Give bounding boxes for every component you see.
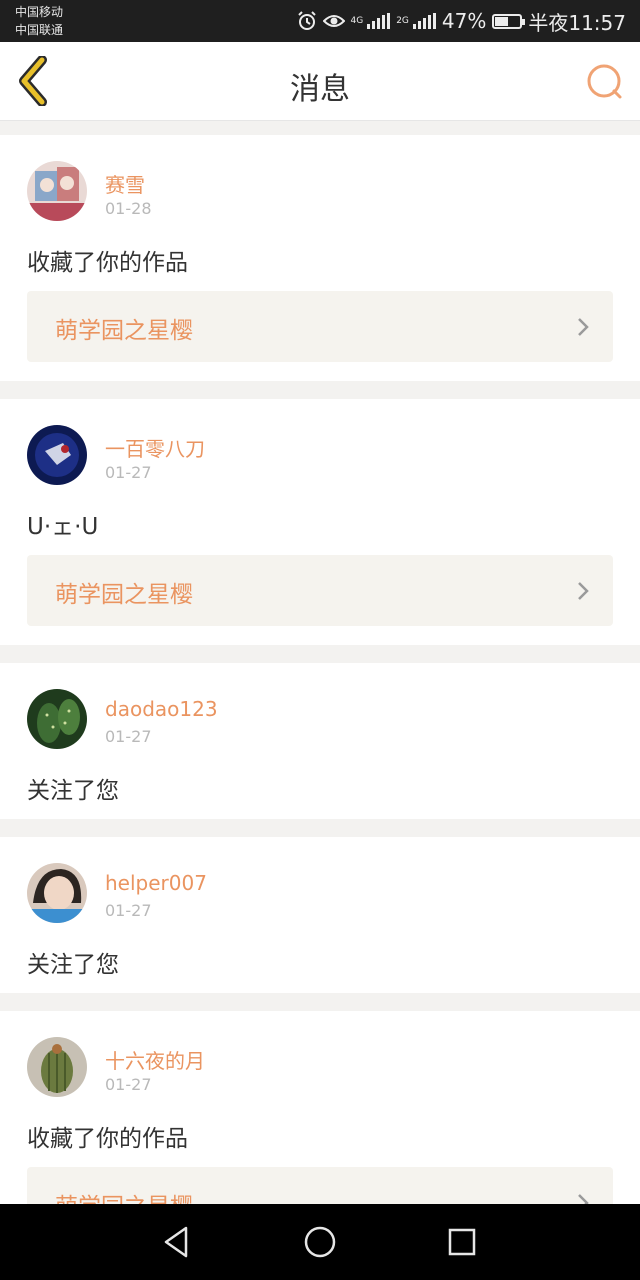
message-text: 收藏了你的作品 (27, 1126, 188, 1152)
avatar[interactable] (27, 161, 87, 221)
username[interactable]: 一百零八刀 (105, 433, 205, 462)
work-title: 萌学园之星樱 (55, 582, 193, 608)
notification-card[interactable]: daodao123 01-27 关注了您 (0, 663, 640, 819)
username[interactable]: daodao123 (105, 697, 218, 721)
work-link[interactable]: 萌学园之星樱 (27, 555, 613, 626)
network-type-1: 4G (350, 15, 364, 26)
nav-recent-button[interactable] (444, 1224, 480, 1260)
battery-percent: 47% (441, 9, 487, 33)
timestamp: 01-27 (105, 1075, 152, 1094)
chevron-right-icon (578, 1194, 589, 1204)
avatar[interactable] (27, 863, 87, 923)
battery-icon (492, 13, 526, 29)
message-text: 关注了您 (27, 952, 119, 978)
signal-icon (412, 13, 436, 29)
carrier-1: 中国移动 (15, 5, 64, 19)
notification-card[interactable]: 十六夜的月 01-27 收藏了你的作品 萌学园之星樱 (0, 1011, 640, 1204)
clock: 半夜11:57 (528, 10, 626, 35)
signal-icon (367, 13, 391, 29)
avatar[interactable] (27, 1037, 87, 1097)
timestamp: 01-28 (105, 199, 152, 218)
notification-card[interactable]: 一百零八刀 01-27 U·ェ·U 萌学园之星樱 (0, 399, 640, 645)
carrier-2: 中国联通 (15, 23, 64, 37)
system-nav-bar (0, 1204, 640, 1280)
chevron-right-icon (578, 582, 589, 600)
timestamp: 01-27 (105, 463, 152, 482)
app-header: 消息 (0, 42, 640, 121)
status-bar: 中国移动 中国联通 4G 2G 47% 半夜11:57 (0, 0, 640, 42)
search-button[interactable] (584, 62, 624, 102)
notification-card[interactable]: 赛雪 01-28 收藏了你的作品 萌学园之星樱 (0, 135, 640, 381)
search-icon (587, 64, 622, 99)
square-recent-icon (448, 1228, 476, 1256)
avatar[interactable] (27, 689, 87, 749)
message-list[interactable]: 赛雪 01-28 收藏了你的作品 萌学园之星樱 一百零八刀 01-27 U·ェ·… (0, 135, 640, 1204)
timestamp: 01-27 (105, 727, 152, 746)
work-title: 萌学园之星樱 (55, 318, 193, 344)
work-link[interactable]: 萌学园之星樱 (27, 291, 613, 362)
message-text: U·ェ·U (27, 514, 99, 540)
chevron-right-icon (578, 318, 589, 336)
nav-home-button[interactable] (302, 1224, 338, 1260)
network-type-2: 2G (396, 15, 409, 26)
username[interactable]: helper007 (105, 871, 207, 895)
page-title: 消息 (290, 72, 350, 107)
triangle-back-icon (164, 1226, 188, 1258)
message-text: 关注了您 (27, 778, 119, 804)
carrier-info: 中国移动 中国联通 (15, 3, 63, 39)
username[interactable]: 赛雪 (105, 169, 145, 198)
work-title: 萌学园之星樱 (55, 1187, 193, 1204)
work-link[interactable]: 萌学园之星樱 (27, 1167, 613, 1204)
nav-back-button[interactable] (160, 1224, 196, 1260)
username[interactable]: 十六夜的月 (105, 1045, 205, 1074)
eye-icon (322, 15, 345, 27)
notification-card[interactable]: helper007 01-27 关注了您 (0, 837, 640, 993)
circle-home-icon (304, 1226, 336, 1258)
status-icons: 4G 2G 47% 半夜11:57 (297, 0, 626, 42)
message-text: 收藏了你的作品 (27, 250, 188, 276)
avatar[interactable] (27, 425, 87, 485)
alarm-icon (297, 11, 316, 30)
timestamp: 01-27 (105, 901, 152, 920)
